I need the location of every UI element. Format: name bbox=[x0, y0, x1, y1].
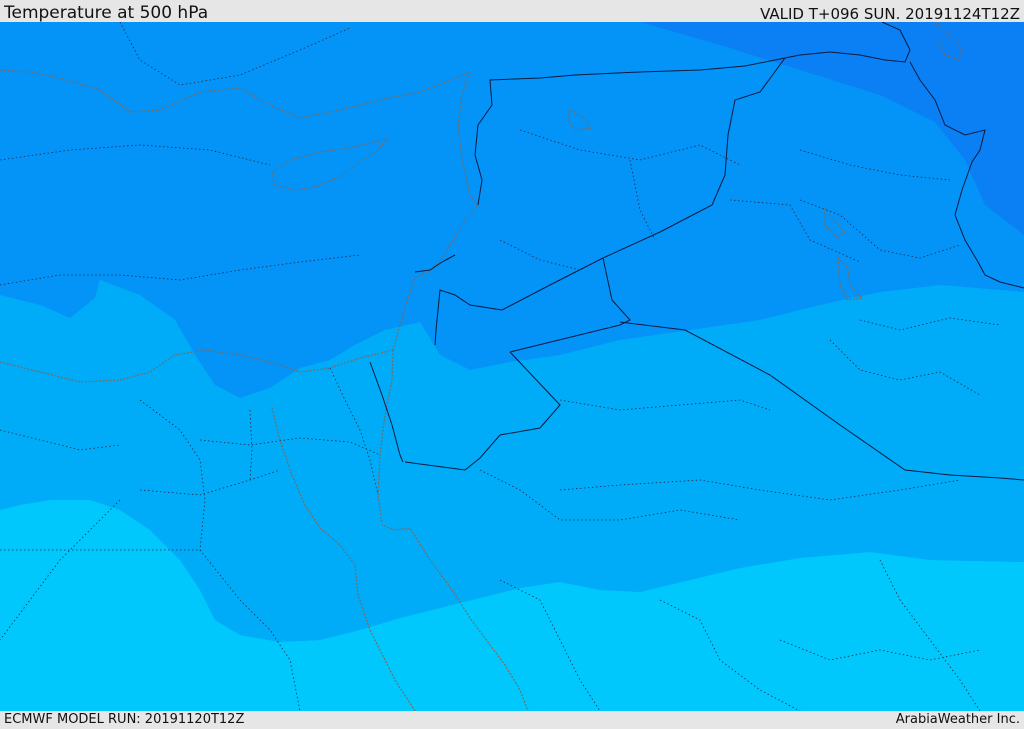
header-bar: Temperature at 500 hPa VALID T+096 SUN. … bbox=[0, 0, 1024, 23]
weather-map[interactable] bbox=[0, 22, 1024, 711]
valid-time: VALID T+096 SUN. 20191124T12Z bbox=[760, 5, 1020, 23]
map-svg bbox=[0, 22, 1024, 711]
model-run: ECMWF MODEL RUN: 20191120T12Z bbox=[4, 712, 245, 727]
footer-bar: ECMWF MODEL RUN: 20191120T12Z ArabiaWeat… bbox=[0, 711, 1024, 729]
map-title: Temperature at 500 hPa bbox=[4, 3, 209, 23]
credit-text: ArabiaWeather Inc. bbox=[895, 712, 1020, 727]
